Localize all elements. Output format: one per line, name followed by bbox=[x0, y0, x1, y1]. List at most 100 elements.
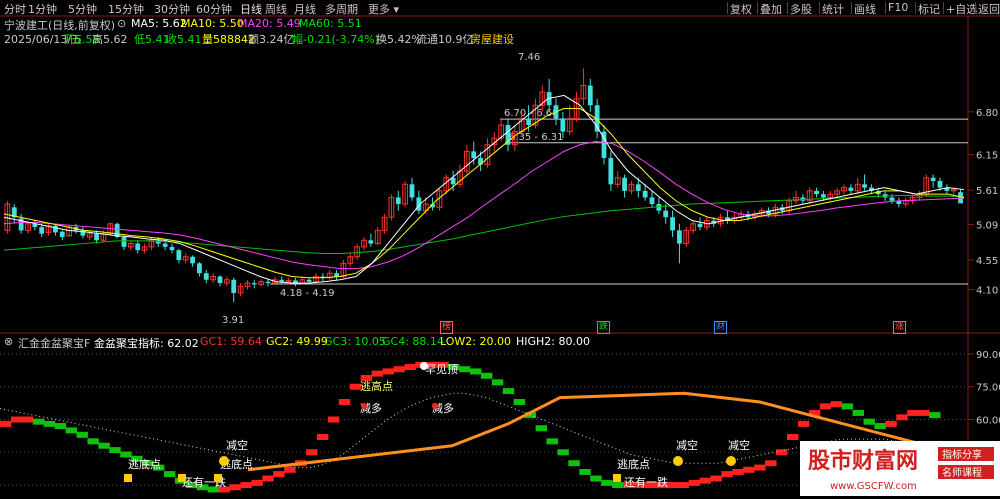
candle-body bbox=[608, 157, 614, 185]
indicator-bar bbox=[590, 475, 602, 482]
indicator-bar bbox=[316, 433, 329, 440]
candle-body bbox=[677, 230, 682, 244]
candle-body bbox=[231, 279, 237, 293]
indicator-bar bbox=[382, 368, 394, 375]
low-price-label: 3.91 bbox=[222, 315, 244, 326]
indicator-bar bbox=[43, 420, 56, 427]
indicator-bar bbox=[710, 475, 722, 482]
indicator-bar bbox=[109, 447, 121, 454]
ma5-line bbox=[3, 94, 965, 284]
indicator-bar bbox=[54, 423, 67, 430]
indicator-annotation-1: 罕见顶 bbox=[425, 363, 458, 376]
indicator-value-1: 汇金金盆聚宝F bbox=[18, 337, 91, 350]
high-price-label: 7.46 bbox=[518, 52, 540, 63]
candle-body bbox=[39, 227, 45, 234]
indicator-value-3: GC1: 59.64 bbox=[200, 335, 262, 348]
candle-body bbox=[642, 190, 648, 198]
price-axis-label: 5.09 bbox=[976, 220, 998, 231]
indicator-bar bbox=[371, 370, 384, 377]
indicator-value-2: 金盆聚宝指标: 62.02 bbox=[94, 337, 199, 350]
indicator-bar bbox=[513, 399, 526, 406]
info-item-7: 幅-0.21(-3.74%) bbox=[292, 33, 379, 46]
range-line-1-label: 6.70 - 6.68 bbox=[504, 108, 559, 119]
indicator-axis-label: 75.00 bbox=[976, 383, 1000, 394]
candle-body bbox=[190, 256, 195, 264]
indicator-value-0: ⊗ bbox=[4, 335, 14, 348]
indicator-bar bbox=[480, 372, 493, 379]
indicator-bar bbox=[459, 366, 471, 373]
info-item-4: 收5.41 bbox=[166, 33, 202, 46]
candle-body bbox=[162, 243, 168, 247]
indicator-bar bbox=[918, 409, 930, 416]
money-icon bbox=[178, 474, 186, 482]
indicator-annotation-4: 减空 bbox=[226, 438, 248, 452]
indicator-bar bbox=[666, 482, 679, 489]
indicator-annotation-0: 逃高点 bbox=[360, 379, 393, 393]
price-axis-label: 5.61 bbox=[976, 186, 998, 197]
indicator-bar bbox=[721, 471, 733, 478]
indicator-value-6: GC4: 88.14 bbox=[382, 335, 444, 348]
smiley-icon bbox=[673, 456, 683, 466]
indicator-value-5: GC3: 10.05 bbox=[324, 335, 386, 348]
event-badge-1[interactable]: 跌 bbox=[597, 321, 611, 334]
indicator-bar bbox=[776, 449, 788, 456]
candle-body bbox=[697, 223, 703, 228]
candle-body bbox=[622, 177, 627, 191]
indicator-bar bbox=[262, 475, 274, 482]
candle-body bbox=[176, 250, 182, 261]
indicator-bar bbox=[65, 427, 78, 434]
indicator-bar bbox=[10, 416, 23, 423]
indicator-value-8: HIGH2: 80.00 bbox=[516, 335, 591, 348]
indicator-bar bbox=[852, 409, 864, 416]
info-item-2: 高5.62 bbox=[92, 33, 128, 46]
indicator-bar bbox=[819, 403, 832, 410]
indicator-annotation-5: 逃底点 bbox=[128, 457, 161, 471]
event-badge-2[interactable]: 财 bbox=[714, 321, 728, 334]
indicator-bar bbox=[535, 425, 548, 432]
indicator-bar bbox=[601, 479, 613, 486]
ma-label-5: MA60: 5.51 bbox=[299, 17, 362, 30]
ma-label-4: MA20: 5.49 bbox=[238, 17, 301, 30]
indicator-bar bbox=[32, 418, 45, 425]
price-axis-label: 6.15 bbox=[976, 151, 998, 162]
indicator-bar bbox=[0, 420, 12, 427]
indicator-bar bbox=[907, 409, 919, 416]
indicator-bar bbox=[557, 449, 569, 456]
indicator-bar bbox=[491, 379, 504, 386]
indicator-bar bbox=[327, 416, 340, 423]
candle-body bbox=[649, 197, 655, 205]
indicator-annotation-9: 减空 bbox=[676, 438, 698, 452]
indicator-bar bbox=[87, 438, 99, 445]
candle-body bbox=[306, 279, 312, 282]
indicator-bar bbox=[732, 468, 744, 475]
indicator-bar bbox=[830, 401, 843, 408]
smiley-icon bbox=[726, 456, 736, 466]
indicator-bar bbox=[404, 364, 416, 371]
ma-label-1: ⊙ bbox=[117, 17, 127, 30]
candle-body bbox=[197, 263, 202, 274]
indicator-bar bbox=[786, 433, 799, 440]
indicator-bar bbox=[120, 451, 132, 458]
indicator-bar bbox=[546, 438, 558, 445]
indicator-bar bbox=[797, 420, 810, 427]
info-item-10: 房屋建设 bbox=[470, 33, 514, 46]
indicator-bar bbox=[754, 464, 766, 471]
watermark: 股市财富网 指标分享 名师课程 www.GSCFW.com bbox=[800, 441, 1000, 496]
indicator-bar bbox=[98, 442, 110, 449]
range-line-3-label: 4.18 - 4.19 bbox=[280, 288, 335, 299]
indicator-annotation-11: 还有一跌 bbox=[624, 475, 668, 489]
candle-body bbox=[279, 279, 285, 282]
indicator-bar bbox=[470, 368, 482, 375]
price-axis-label: 6.80 bbox=[976, 108, 998, 119]
info-item-9: 流通10.9亿 bbox=[416, 33, 474, 46]
candle-body bbox=[560, 118, 566, 132]
candle-body bbox=[930, 177, 936, 181]
indicator-bar bbox=[240, 482, 252, 489]
indicator-bar bbox=[841, 403, 854, 410]
candle-body bbox=[526, 118, 531, 126]
event-badge-0[interactable]: 榜 bbox=[440, 321, 454, 334]
indicator-bar bbox=[338, 399, 351, 406]
event-badge-3[interactable]: 涨 bbox=[893, 321, 907, 334]
candle-body bbox=[862, 184, 867, 188]
candle-body bbox=[94, 233, 99, 241]
